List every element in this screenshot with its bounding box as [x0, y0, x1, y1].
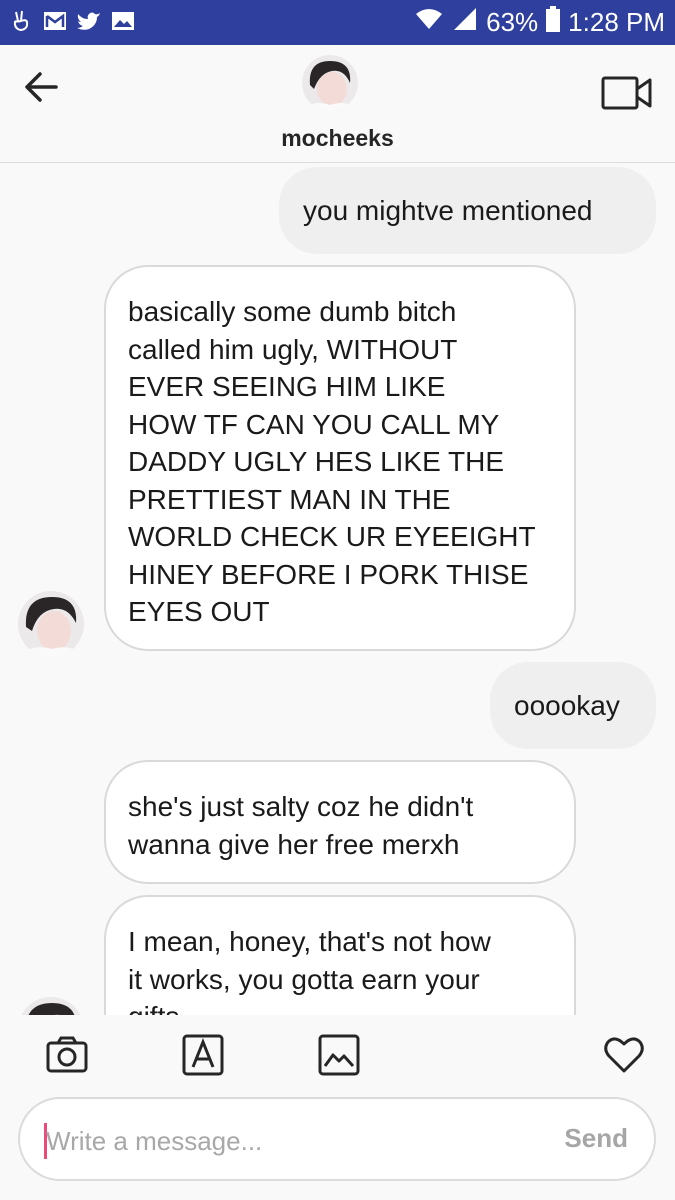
- message-bubble-outgoing[interactable]: you mightve mentioned: [279, 167, 656, 254]
- message-bubble-outgoing[interactable]: ooookay: [490, 662, 656, 749]
- camera-button[interactable]: [45, 1033, 89, 1077]
- status-icons: 63% 1:28 PM: [414, 6, 665, 39]
- sender-avatar[interactable]: [18, 591, 84, 657]
- thread-header: mocheeks: [0, 45, 675, 163]
- composer-toolbar: [0, 1015, 675, 1095]
- sender-avatar[interactable]: [18, 997, 84, 1015]
- message-bubble-incoming[interactable]: basically some dumb bitch called him ugl…: [104, 265, 576, 651]
- clock: 1:28 PM: [568, 7, 665, 37]
- message-bubble-incoming[interactable]: she's just salty coz he didn't wanna giv…: [104, 760, 576, 884]
- header-avatar[interactable]: [302, 55, 358, 111]
- message-composer: Send: [18, 1097, 656, 1181]
- video-call-button[interactable]: [601, 75, 653, 111]
- notification-icons: [8, 8, 136, 34]
- wifi-icon: [414, 7, 444, 38]
- twitter-icon: [76, 8, 102, 34]
- message-bubble-incoming[interactable]: I mean, honey, that's not how it works, …: [104, 895, 576, 1015]
- image-icon: [110, 8, 136, 34]
- battery-percent: 63%: [486, 7, 539, 37]
- mail-icon: [42, 8, 68, 34]
- video-camera-icon: [601, 76, 652, 110]
- gallery-icon: [318, 1034, 360, 1076]
- back-button[interactable]: [22, 67, 62, 107]
- thread-username[interactable]: mocheeks: [0, 125, 675, 152]
- gallery-button[interactable]: [317, 1033, 361, 1077]
- sticker-a-icon: [182, 1034, 224, 1076]
- message-thread[interactable]: you mightve mentioned basically some dum…: [0, 164, 675, 1015]
- sticker-button[interactable]: [181, 1033, 225, 1077]
- arrow-left-icon: [25, 72, 58, 102]
- camera-icon: [46, 1036, 88, 1073]
- send-button[interactable]: Send: [564, 1123, 628, 1154]
- like-button[interactable]: [602, 1033, 646, 1077]
- status-bar: 63% 1:28 PM: [0, 0, 675, 45]
- hand-v-icon: [8, 8, 34, 34]
- heart-icon: [604, 1037, 644, 1073]
- signal-icon: [452, 6, 478, 39]
- battery-icon: [546, 6, 561, 39]
- message-input[interactable]: [46, 1121, 526, 1161]
